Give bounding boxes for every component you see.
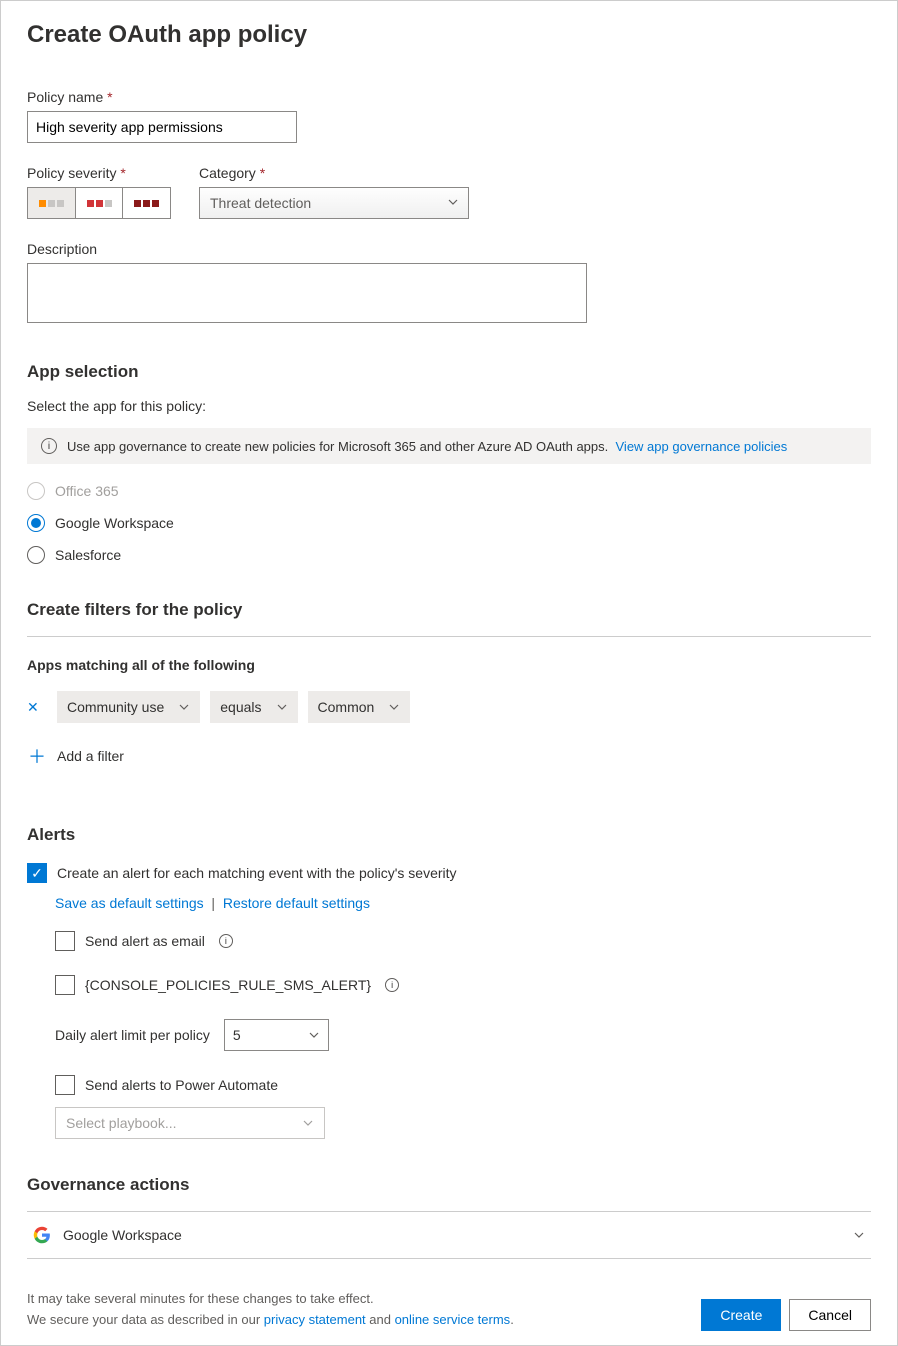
- radio-label: Google Workspace: [55, 515, 174, 531]
- add-filter-label: Add a filter: [57, 748, 124, 764]
- radio-label: Office 365: [55, 483, 119, 499]
- privacy-link[interactable]: privacy statement: [264, 1312, 366, 1327]
- footer-text: It may take several minutes for these ch…: [27, 1289, 514, 1331]
- send-email-checkbox-row[interactable]: Send alert as email i: [55, 931, 871, 951]
- severity-selector[interactable]: [27, 187, 171, 219]
- sms-alert-label: {CONSOLE_POLICIES_RULE_SMS_ALERT}: [85, 977, 371, 993]
- daily-limit-row: Daily alert limit per policy 5: [55, 1019, 871, 1051]
- filter-value-select[interactable]: Common: [308, 691, 411, 723]
- policy-name-field: Policy name: [27, 89, 871, 143]
- daily-limit-label: Daily alert limit per policy: [55, 1027, 210, 1043]
- save-default-link[interactable]: Save as default settings: [55, 895, 204, 911]
- severity-medium[interactable]: [76, 188, 124, 218]
- create-alert-checkbox-row[interactable]: ✓ Create an alert for each matching even…: [27, 863, 871, 883]
- severity-low[interactable]: [28, 188, 76, 218]
- filter-attribute-select[interactable]: Community use: [57, 691, 200, 723]
- chevron-down-icon: [308, 1029, 320, 1041]
- category-select[interactable]: Threat detection: [199, 187, 469, 219]
- description-field: Description: [27, 241, 871, 326]
- policy-name-input[interactable]: [27, 111, 297, 143]
- alert-settings-links: Save as default settings | Restore defau…: [55, 895, 871, 911]
- power-automate-checkbox-row[interactable]: Send alerts to Power Automate: [55, 1075, 871, 1095]
- alerts-title: Alerts: [27, 825, 871, 845]
- app-selection-title: App selection: [27, 362, 871, 382]
- category-label: Category: [199, 165, 469, 181]
- filters-matching-label: Apps matching all of the following: [27, 657, 871, 673]
- policy-name-label: Policy name: [27, 89, 871, 105]
- checkbox-icon: [55, 931, 75, 951]
- google-icon: [33, 1226, 51, 1244]
- policy-severity-field: Policy severity: [27, 165, 171, 219]
- filter-operator-select[interactable]: equals: [210, 691, 297, 723]
- description-input[interactable]: [27, 263, 587, 323]
- restore-default-link[interactable]: Restore default settings: [223, 895, 370, 911]
- severity-high[interactable]: [123, 188, 170, 218]
- radio-icon: [27, 546, 45, 564]
- radio-label: Salesforce: [55, 547, 121, 563]
- info-icon: i: [41, 438, 57, 454]
- create-button[interactable]: Create: [701, 1299, 781, 1331]
- filter-row: ✕ Community use equals Common: [27, 691, 871, 723]
- view-governance-link[interactable]: View app governance policies: [616, 439, 788, 454]
- checkbox-icon: [55, 975, 75, 995]
- radio-google-workspace[interactable]: Google Workspace: [27, 514, 871, 532]
- governance-title: Governance actions: [27, 1175, 871, 1195]
- radio-office365: Office 365: [27, 482, 871, 500]
- governance-item-label: Google Workspace: [63, 1227, 182, 1243]
- policy-severity-label: Policy severity: [27, 165, 171, 181]
- category-field: Category Threat detection: [199, 165, 469, 219]
- checkbox-icon: ✓: [27, 863, 47, 883]
- info-icon[interactable]: i: [385, 978, 399, 992]
- divider: [27, 636, 871, 637]
- plus-icon: ＋: [27, 743, 47, 769]
- create-alert-label: Create an alert for each matching event …: [57, 865, 457, 881]
- radio-icon: [27, 514, 45, 532]
- chevron-down-icon: [302, 1117, 314, 1129]
- info-banner-text: Use app governance to create new policie…: [67, 439, 787, 454]
- terms-link[interactable]: online service terms: [395, 1312, 511, 1327]
- description-label: Description: [27, 241, 871, 257]
- info-banner: i Use app governance to create new polic…: [27, 428, 871, 464]
- daily-limit-select[interactable]: 5: [224, 1019, 329, 1051]
- cancel-button[interactable]: Cancel: [789, 1299, 871, 1331]
- add-filter-button[interactable]: ＋ Add a filter: [27, 743, 871, 769]
- radio-salesforce[interactable]: Salesforce: [27, 546, 871, 564]
- remove-filter-icon[interactable]: ✕: [27, 699, 47, 716]
- info-icon[interactable]: i: [219, 934, 233, 948]
- filters-title: Create filters for the policy: [27, 600, 871, 620]
- radio-icon: [27, 482, 45, 500]
- app-selection-help: Select the app for this policy:: [27, 398, 871, 414]
- send-email-label: Send alert as email: [85, 933, 205, 949]
- governance-google-row[interactable]: Google Workspace: [27, 1212, 871, 1259]
- checkbox-icon: [55, 1075, 75, 1095]
- page-title: Create OAuth app policy: [27, 21, 871, 49]
- sms-alert-checkbox-row[interactable]: {CONSOLE_POLICIES_RULE_SMS_ALERT} i: [55, 975, 871, 995]
- playbook-select[interactable]: Select playbook...: [55, 1107, 325, 1139]
- chevron-down-icon: [853, 1229, 865, 1241]
- power-automate-label: Send alerts to Power Automate: [85, 1077, 278, 1093]
